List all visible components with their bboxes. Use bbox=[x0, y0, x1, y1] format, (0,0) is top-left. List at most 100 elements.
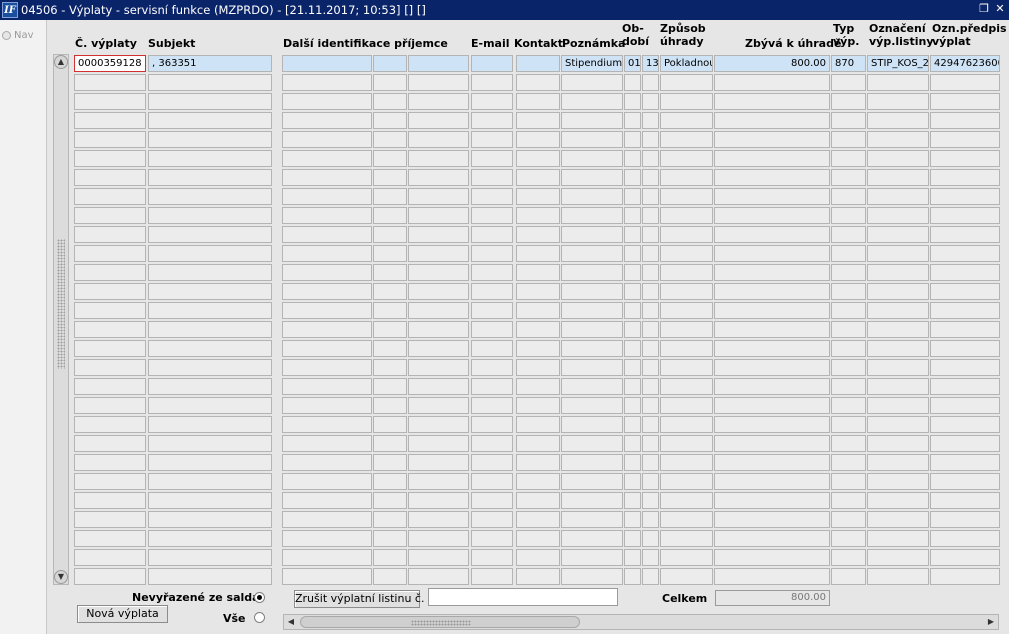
cell-c-vyplaty[interactable] bbox=[74, 435, 146, 452]
cell-poznamka[interactable] bbox=[561, 416, 623, 433]
cell-kontakt[interactable] bbox=[516, 568, 560, 585]
cell-c-vyplaty[interactable] bbox=[74, 397, 146, 414]
cell-zpusob-uhrady[interactable] bbox=[660, 568, 713, 585]
cell-ozn-predpis[interactable] bbox=[930, 74, 1000, 91]
cell-subjekt[interactable] bbox=[148, 188, 272, 205]
cell-kontakt[interactable] bbox=[516, 549, 560, 566]
cell-dalsi-2[interactable] bbox=[373, 530, 407, 547]
cell-email[interactable] bbox=[471, 55, 513, 72]
cell-ozn-predpis[interactable] bbox=[930, 568, 1000, 585]
cell-zbyva[interactable] bbox=[714, 188, 830, 205]
cell-oznaceni[interactable] bbox=[867, 378, 929, 395]
cell-obdobi-rok[interactable] bbox=[642, 549, 659, 566]
cell-dalsi-2[interactable] bbox=[373, 397, 407, 414]
cell-zpusob-uhrady[interactable] bbox=[660, 435, 713, 452]
cell-dalsi-1[interactable] bbox=[282, 454, 372, 471]
cell-zpusob-uhrady[interactable] bbox=[660, 397, 713, 414]
cell-zpusob-uhrady[interactable] bbox=[660, 188, 713, 205]
cell-obdobi-rok[interactable] bbox=[642, 378, 659, 395]
cell-ozn-predpis[interactable] bbox=[930, 511, 1000, 528]
cell-obdobi-rok[interactable] bbox=[642, 302, 659, 319]
cell-zpusob-uhrady[interactable] bbox=[660, 549, 713, 566]
cell-c-vyplaty[interactable] bbox=[74, 568, 146, 585]
cell-zbyva[interactable] bbox=[714, 549, 830, 566]
cell-obdobi-mesic[interactable] bbox=[624, 207, 641, 224]
cell-zbyva[interactable] bbox=[714, 568, 830, 585]
cell-obdobi-mesic[interactable] bbox=[624, 359, 641, 376]
cell-poznamka[interactable] bbox=[561, 207, 623, 224]
cell-kontakt[interactable] bbox=[516, 131, 560, 148]
cell-zbyva[interactable] bbox=[714, 435, 830, 452]
cell-obdobi-mesic[interactable] bbox=[624, 93, 641, 110]
scroll-grip[interactable] bbox=[57, 239, 65, 369]
new-payment-button[interactable]: Nová výplata bbox=[77, 605, 168, 623]
cell-oznaceni[interactable] bbox=[867, 340, 929, 357]
cell-dalsi-1[interactable] bbox=[282, 378, 372, 395]
cell-c-vyplaty[interactable] bbox=[74, 188, 146, 205]
cell-dalsi-2[interactable] bbox=[373, 378, 407, 395]
table-row[interactable] bbox=[74, 150, 1000, 167]
table-row[interactable] bbox=[74, 74, 1000, 91]
cell-dalsi-3[interactable] bbox=[408, 568, 469, 585]
cell-typ-vyp[interactable] bbox=[831, 416, 866, 433]
cell-subjekt[interactable] bbox=[148, 302, 272, 319]
cell-zpusob-uhrady[interactable] bbox=[660, 283, 713, 300]
cell-oznaceni[interactable] bbox=[867, 568, 929, 585]
cell-c-vyplaty[interactable] bbox=[74, 454, 146, 471]
cell-ozn-predpis[interactable] bbox=[930, 492, 1000, 509]
cell-email[interactable] bbox=[471, 93, 513, 110]
cell-obdobi-mesic[interactable]: 01 bbox=[624, 55, 641, 72]
cell-oznaceni[interactable]: STIP_KOS_2 bbox=[867, 55, 929, 72]
cell-obdobi-rok[interactable] bbox=[642, 74, 659, 91]
cell-kontakt[interactable] bbox=[516, 378, 560, 395]
cell-oznaceni[interactable] bbox=[867, 454, 929, 471]
cell-zpusob-uhrady[interactable] bbox=[660, 340, 713, 357]
cell-c-vyplaty[interactable] bbox=[74, 283, 146, 300]
cell-email[interactable] bbox=[471, 530, 513, 547]
cell-obdobi-rok[interactable] bbox=[642, 473, 659, 490]
cell-ozn-predpis[interactable] bbox=[930, 302, 1000, 319]
cell-oznaceni[interactable] bbox=[867, 188, 929, 205]
cell-typ-vyp[interactable] bbox=[831, 530, 866, 547]
cell-dalsi-2[interactable] bbox=[373, 302, 407, 319]
table-row[interactable] bbox=[74, 131, 1000, 148]
cell-ozn-predpis[interactable] bbox=[930, 283, 1000, 300]
table-row[interactable] bbox=[74, 492, 1000, 509]
cell-obdobi-mesic[interactable] bbox=[624, 226, 641, 243]
cell-poznamka[interactable] bbox=[561, 378, 623, 395]
cell-dalsi-2[interactable] bbox=[373, 549, 407, 566]
cell-oznaceni[interactable] bbox=[867, 93, 929, 110]
horizontal-scroll-thumb[interactable] bbox=[300, 616, 580, 628]
cell-zbyva[interactable] bbox=[714, 169, 830, 186]
cell-zpusob-uhrady[interactable] bbox=[660, 378, 713, 395]
cell-poznamka[interactable] bbox=[561, 302, 623, 319]
arrow-right-icon[interactable]: ▶ bbox=[984, 615, 998, 629]
cell-dalsi-1[interactable] bbox=[282, 302, 372, 319]
filter-all-radio[interactable] bbox=[254, 612, 265, 623]
table-row[interactable] bbox=[74, 511, 1000, 528]
cell-ozn-predpis[interactable] bbox=[930, 473, 1000, 490]
table-row[interactable] bbox=[74, 226, 1000, 243]
cell-zpusob-uhrady[interactable] bbox=[660, 169, 713, 186]
cell-email[interactable] bbox=[471, 131, 513, 148]
cell-subjekt[interactable] bbox=[148, 131, 272, 148]
cell-dalsi-3[interactable] bbox=[408, 321, 469, 338]
cell-dalsi-3[interactable] bbox=[408, 397, 469, 414]
cell-ozn-predpis[interactable] bbox=[930, 245, 1000, 262]
cell-subjekt[interactable] bbox=[148, 492, 272, 509]
cell-typ-vyp[interactable] bbox=[831, 283, 866, 300]
cell-obdobi-mesic[interactable] bbox=[624, 169, 641, 186]
cell-obdobi-mesic[interactable] bbox=[624, 340, 641, 357]
cell-kontakt[interactable] bbox=[516, 454, 560, 471]
cell-dalsi-1[interactable] bbox=[282, 568, 372, 585]
cell-kontakt[interactable] bbox=[516, 340, 560, 357]
cell-obdobi-mesic[interactable] bbox=[624, 150, 641, 167]
cell-subjekt[interactable] bbox=[148, 435, 272, 452]
table-row[interactable] bbox=[74, 283, 1000, 300]
cell-email[interactable] bbox=[471, 169, 513, 186]
cell-obdobi-rok[interactable] bbox=[642, 492, 659, 509]
cell-dalsi-2[interactable] bbox=[373, 264, 407, 281]
cell-oznaceni[interactable] bbox=[867, 511, 929, 528]
cell-oznaceni[interactable] bbox=[867, 131, 929, 148]
cell-dalsi-3[interactable] bbox=[408, 378, 469, 395]
